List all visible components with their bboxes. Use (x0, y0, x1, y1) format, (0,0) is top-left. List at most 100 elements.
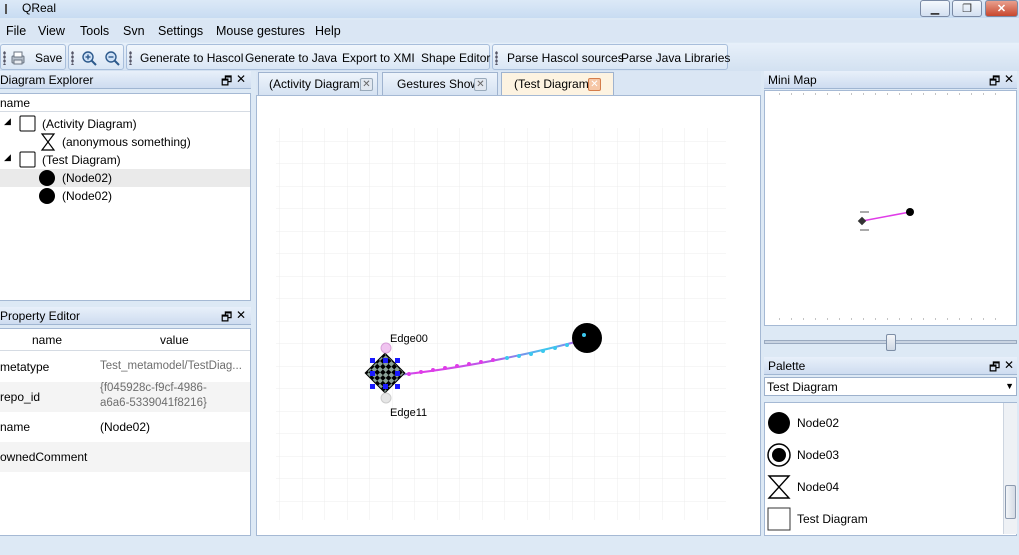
palette-item-node02[interactable]: Node02 (766, 408, 1002, 438)
property-editor-title-bar[interactable]: Property Editor 🗗 ✕ (0, 307, 251, 325)
column-header-name[interactable]: name (32, 333, 62, 347)
close-icon[interactable]: ✕ (236, 308, 246, 322)
hourglass-icon (767, 475, 791, 499)
menu-bar: File View Tools Svn Settings Mouse gestu… (0, 20, 1019, 42)
palette-item-label: Node04 (797, 480, 840, 494)
save-button[interactable]: Save (35, 51, 62, 65)
menu-file[interactable]: File (6, 24, 26, 38)
hourglass-icon (40, 133, 56, 151)
scrollbar-thumb[interactable] (1005, 485, 1016, 519)
shape-editor-button[interactable]: Shape Editor (421, 51, 490, 65)
generate-hascol-button[interactable]: Generate to Hascol (140, 51, 243, 65)
restore-button[interactable]: ❐ (952, 0, 982, 17)
palette-item-node03[interactable]: Node03 (766, 440, 1002, 470)
close-icon[interactable]: ✕ (236, 72, 246, 86)
property-value[interactable]: Test_metamodel/TestDiag... (100, 360, 242, 372)
tab-close-icon[interactable]: ✕ (474, 78, 487, 91)
diagram-tab-bar: (Activity Diagram) ✕ Gestures Show ✕ (Te… (256, 71, 761, 95)
float-icon[interactable]: 🗗 (221, 72, 232, 93)
expand-arrow-icon[interactable]: ◢ (4, 116, 11, 127)
tree-column-name: name (0, 96, 31, 110)
tree-item[interactable]: (Node02) (0, 187, 250, 205)
tree-item-label: (anonymous something) (62, 135, 191, 149)
diagram-explorer-title-bar[interactable]: Diagram Explorer 🗗 ✕ (0, 71, 251, 89)
ring-circle-icon (767, 443, 791, 467)
mini-map-view[interactable] (764, 90, 1017, 326)
palette-title-bar[interactable]: Palette 🗗 ✕ (764, 357, 1017, 375)
canvas-grid (276, 128, 726, 520)
menu-tools[interactable]: Tools (80, 24, 109, 38)
property-editor-table[interactable]: name value metatype Test_metamodel/TestD… (0, 328, 251, 536)
close-icon[interactable]: ✕ (1004, 72, 1014, 86)
tree-item[interactable]: ◢ (Test Diagram) (0, 151, 250, 169)
palette-item-label: Node03 (797, 448, 840, 462)
diagram-canvas[interactable]: Edge00 Edge11 (256, 95, 761, 536)
edge-top-label[interactable]: Edge00 (390, 333, 428, 345)
zoom-in-icon[interactable] (81, 50, 97, 66)
diagram-icon (19, 115, 36, 132)
toolbar-group-generate: Generate to Hascol Generate to Java Expo… (126, 44, 490, 70)
filled-circle-icon (39, 188, 55, 204)
float-icon[interactable]: 🗗 (989, 358, 1000, 379)
close-icon[interactable]: ✕ (1004, 358, 1014, 372)
diagram-explorer-tree[interactable]: name ◢ (Activity Diagram) (anonymous som… (0, 93, 251, 301)
zoom-out-icon[interactable] (104, 50, 120, 66)
tab-close-icon[interactable]: ✕ (588, 78, 601, 91)
property-row[interactable]: metatype Test_metamodel/TestDiag... (0, 352, 250, 382)
palette-scrollbar[interactable] (1003, 403, 1017, 534)
toolbar-grip[interactable] (3, 51, 6, 65)
float-icon[interactable]: 🗗 (221, 308, 232, 329)
tab-test-diagram[interactable]: (Test Diagram) ✕ (501, 72, 614, 95)
property-row[interactable]: ownedComment (0, 442, 250, 472)
menu-view[interactable]: View (38, 24, 65, 38)
property-value[interactable]: {f045928c-f9cf-4986- (100, 382, 207, 394)
diagram-scene[interactable]: Edge00 Edge11 (257, 96, 760, 535)
toolbar-grip[interactable] (495, 51, 498, 65)
toolbar-grip[interactable] (129, 51, 132, 65)
menu-help[interactable]: Help (315, 24, 341, 38)
palette-item-label: Test Diagram (797, 512, 868, 526)
palette-item-test-diagram[interactable]: Test Diagram (766, 504, 1002, 534)
tree-item-selected[interactable]: (Node02) (0, 169, 250, 187)
menu-mouse-gestures[interactable]: Mouse gestures (216, 24, 305, 38)
toolbar-group-file: Save (0, 44, 66, 70)
status-bar (0, 538, 1019, 555)
palette-title: Palette (768, 359, 806, 373)
property-row[interactable]: repo_id {f045928c-f9cf-4986- a6a6-533904… (0, 382, 250, 412)
tree-column-header[interactable]: name (0, 94, 250, 112)
menu-settings[interactable]: Settings (158, 24, 203, 38)
edge-bottom-label[interactable]: Edge11 (390, 407, 427, 419)
menu-svn[interactable]: Svn (123, 24, 145, 38)
property-row[interactable]: name (Node02) (0, 412, 250, 442)
mini-map-title-bar[interactable]: Mini Map 🗗 ✕ (764, 71, 1017, 89)
tree-item-label: (Node02) (62, 171, 113, 185)
export-xmi-button[interactable]: Export to XMI (342, 51, 415, 65)
toolbar-grip[interactable] (71, 51, 74, 65)
expand-arrow-icon[interactable]: ◢ (4, 152, 11, 163)
generate-java-button[interactable]: Generate to Java (245, 51, 337, 65)
tab-close-icon[interactable]: ✕ (360, 78, 373, 91)
chevron-down-icon[interactable]: ▼ (1005, 381, 1014, 391)
parse-java-button[interactable]: Parse Java Libraries (621, 51, 730, 65)
zoom-slider-thumb[interactable] (886, 334, 896, 351)
toolbar-group-zoom (68, 44, 124, 70)
port-handle-bottom[interactable] (380, 392, 392, 404)
tab-gestures-show[interactable]: Gestures Show ✕ (382, 72, 498, 95)
palette-item-node04[interactable]: Node04 (766, 472, 1002, 502)
parse-hascol-button[interactable]: Parse Hascol sources (507, 51, 624, 65)
column-header-value[interactable]: value (160, 333, 189, 347)
close-button[interactable]: ✕ (985, 0, 1018, 17)
save-icon[interactable] (10, 50, 26, 66)
title-bar: QReal ▁ ❐ ✕ (0, 0, 1019, 18)
minimize-button[interactable]: ▁ (920, 0, 950, 17)
tree-item[interactable]: (anonymous something) (0, 133, 250, 151)
palette-diagram-select[interactable]: Test Diagram ▼ (764, 377, 1017, 396)
node04-selected[interactable] (364, 352, 406, 394)
property-value[interactable]: (Node02) (100, 420, 150, 434)
node02-target[interactable] (572, 323, 602, 353)
mini-map-scene[interactable] (765, 91, 1016, 325)
diagram-icon (19, 151, 36, 168)
tab-label: (Test Diagram) (514, 77, 593, 91)
tree-item[interactable]: ◢ (Activity Diagram) (0, 115, 250, 133)
tab-activity-diagram[interactable]: (Activity Diagram) ✕ (258, 72, 378, 95)
